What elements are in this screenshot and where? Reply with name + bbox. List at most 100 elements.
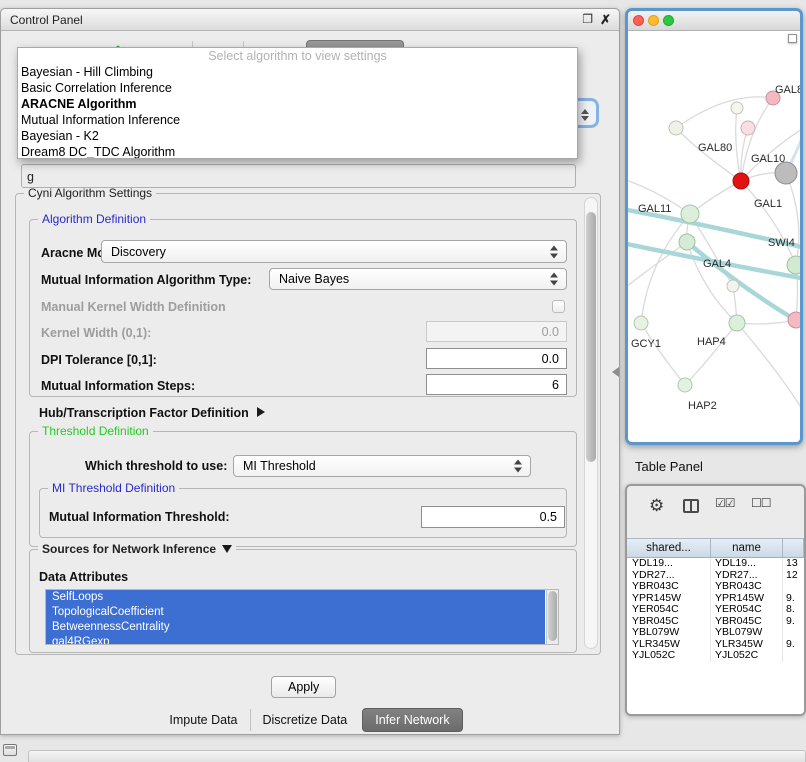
attributes-scrollbar-thumb[interactable] <box>548 591 557 641</box>
algorithm-dropdown-popup: Select algorithm to view settings Bayesi… <box>17 47 578 159</box>
mi-threshold-field[interactable]: 0.5 <box>421 506 565 528</box>
attribute-list-item[interactable]: gal4RGexp <box>46 635 545 645</box>
network-canvas[interactable]: GAL8GAL80GAL10GAL11GAL1SWI4GAL4GCY1HAP4H… <box>628 31 800 442</box>
which-threshold-label: Which threshold to use: <box>85 459 227 473</box>
zoom-traffic-light-icon[interactable] <box>663 15 674 26</box>
table-cell: YBL079W <box>711 627 783 639</box>
dropdown-placeholder[interactable]: Select algorithm to view settings <box>18 48 577 64</box>
network-node[interactable] <box>733 173 749 189</box>
table-row[interactable]: YJL052CYJL052C <box>627 650 804 662</box>
combobox-value: Naive Bayes <box>279 272 349 286</box>
group-title: Cyni Algorithm Settings <box>24 186 156 200</box>
settings-scrollbar-track[interactable] <box>584 197 598 649</box>
attribute-list-item[interactable]: SelfLoops <box>46 590 545 605</box>
network-edge <box>741 181 796 265</box>
network-node-label: HAP4 <box>697 336 726 348</box>
table-row[interactable]: YPR145WYPR145W9. <box>627 593 804 605</box>
network-edge <box>741 98 773 181</box>
attributes-scrollbar-track[interactable] <box>546 590 558 644</box>
table-cell: YBR043C <box>711 581 783 593</box>
dpi-tolerance-field[interactable]: 0.0 <box>426 348 567 369</box>
columns-icon[interactable] <box>683 499 699 513</box>
table-body: YDL19...YDL19...13YDR27...YDR27...12YBR0… <box>627 558 804 714</box>
which-threshold-combobox[interactable]: MI Threshold <box>233 455 531 477</box>
network-node[interactable] <box>731 102 743 114</box>
tab-infer-network[interactable]: Infer Network <box>362 708 462 732</box>
network-edge <box>737 320 796 324</box>
table-cell: YER054C <box>627 604 711 616</box>
table-row[interactable]: YLR345WYLR345W9. <box>627 639 804 651</box>
table-row[interactable]: YER054CYER054C8. <box>627 604 804 616</box>
column-header-shared-name[interactable]: shared... <box>627 539 711 557</box>
control-panel-titlebar[interactable]: Control Panel ❐ ✗ <box>1 9 619 31</box>
data-attributes-list[interactable]: SelfLoopsTopologicalCoefficientBetweenne… <box>45 589 559 645</box>
network-node-label: GAL1 <box>754 198 782 210</box>
table-cell: YDR27... <box>711 570 783 582</box>
minimized-panel-icon[interactable] <box>3 744 17 756</box>
attribute-list-item[interactable]: BetweennessCentrality <box>46 620 545 635</box>
data-attributes-label: Data Attributes <box>39 570 128 584</box>
table-row[interactable]: YBR045CYBR045C9. <box>627 616 804 628</box>
birdseye-toggle-icon[interactable] <box>788 34 797 43</box>
network-node-label: GAL80 <box>698 142 732 154</box>
table-row[interactable]: YDR27...YDR27...12 <box>627 570 804 582</box>
mi-steps-field[interactable]: 6 <box>426 374 567 395</box>
combobox-value: MI Threshold <box>243 459 316 473</box>
kernel-width-field: 0.0 <box>426 321 567 342</box>
network-node[interactable] <box>678 378 692 392</box>
network-node[interactable] <box>729 315 745 331</box>
table-cell: YLR345W <box>627 639 711 651</box>
network-node-label: GAL4 <box>703 258 731 270</box>
column-header-partial[interactable] <box>783 539 804 557</box>
tab-discretize-data[interactable]: Discretize Data <box>250 709 360 731</box>
network-node[interactable] <box>634 316 648 330</box>
network-node[interactable] <box>669 121 683 135</box>
network-node[interactable] <box>741 121 755 135</box>
network-node[interactable] <box>787 256 800 274</box>
settings-scrollbar-thumb[interactable] <box>586 212 596 462</box>
network-node-label: SWI4 <box>768 237 795 249</box>
algorithm-option[interactable]: Mutual Information Inference <box>18 112 577 128</box>
collapsed-bottom-panel[interactable] <box>28 750 806 762</box>
window-title: Control Panel <box>10 13 83 27</box>
table-row[interactable]: YBR043CYBR043C <box>627 581 804 593</box>
network-window-titlebar[interactable] <box>628 11 800 31</box>
apply-button[interactable]: Apply <box>271 676 336 698</box>
clear-all-checkboxes-icon[interactable]: ☐☐ <box>751 496 771 510</box>
algorithm-option[interactable]: Bayesian - Hill Climbing <box>18 64 577 80</box>
table-row[interactable]: YDL19...YDL19...13 <box>627 558 804 570</box>
kernel-width-label: Kernel Width (0,1): <box>41 326 151 340</box>
gear-icon[interactable]: ⚙ <box>649 496 664 516</box>
attribute-list-item[interactable]: TopologicalCoefficient <box>46 605 545 620</box>
close-window-icon[interactable]: ✗ <box>600 12 611 28</box>
aracne-mode-combobox[interactable]: Discovery <box>101 240 567 263</box>
hub-definition-toggle[interactable]: Hub/Transcription Factor Definition <box>39 406 265 420</box>
network-node[interactable] <box>775 162 797 184</box>
network-node[interactable] <box>788 312 800 328</box>
table-cell: YPR145W <box>627 593 711 605</box>
group-title: MI Threshold Definition <box>48 481 179 495</box>
mi-algorithm-type-combobox[interactable]: Naive Bayes <box>269 268 567 290</box>
splitter-collapse-arrow[interactable] <box>612 367 619 377</box>
algorithm-option[interactable]: Basic Correlation Inference <box>18 80 577 96</box>
network-node[interactable] <box>681 205 699 223</box>
combobox-stepper-icon <box>581 109 589 121</box>
float-window-icon[interactable]: ❐ <box>582 12 593 26</box>
table-cell <box>783 627 804 639</box>
algorithm-option[interactable]: ARACNE Algorithm <box>18 96 577 112</box>
table-cell: YBR043C <box>627 581 711 593</box>
network-edge <box>687 242 800 326</box>
algorithm-option[interactable]: Dream8 DC_TDC Algorithm <box>18 144 577 159</box>
column-header-name[interactable]: name <box>711 539 783 557</box>
network-node[interactable] <box>679 234 695 250</box>
network-node[interactable] <box>727 280 739 292</box>
table-row[interactable]: YBL079WYBL079W <box>627 627 804 639</box>
algorithm-option[interactable]: Bayesian - K2 <box>18 128 577 144</box>
table-cell: YLR345W <box>711 639 783 651</box>
select-all-checkboxes-icon[interactable]: ☑☑ <box>715 496 735 510</box>
tab-impute-data[interactable]: Impute Data <box>157 709 249 731</box>
sources-toggle[interactable]: Sources for Network Inference <box>38 542 236 556</box>
table-cell: YBL079W <box>627 627 711 639</box>
minimize-traffic-light-icon[interactable] <box>648 15 659 26</box>
close-traffic-light-icon[interactable] <box>633 15 644 26</box>
